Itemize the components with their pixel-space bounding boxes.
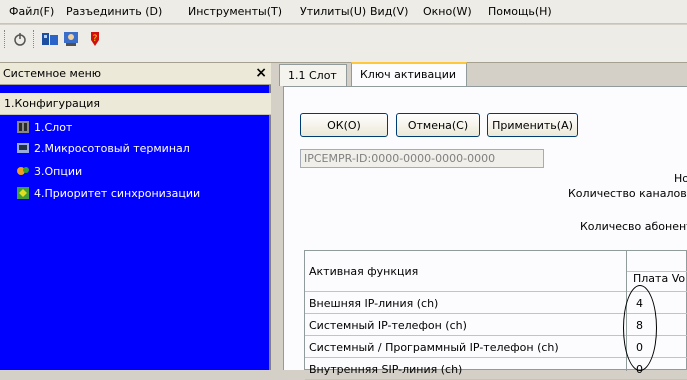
toolbar: ? <box>0 25 687 63</box>
tree-item-label: 3.Опции <box>34 164 83 178</box>
cancel-button[interactable]: Отмена(C) <box>396 113 480 137</box>
svg-text:?: ? <box>93 34 98 44</box>
row-label: Системный / Программный IP-телефон (ch) <box>309 341 559 354</box>
menu-help[interactable]: Помощь(H) <box>488 5 552 18</box>
tree-item-label: 1.Слот <box>34 120 73 134</box>
menu-utilities[interactable]: Утилиты(U) <box>300 5 366 18</box>
user-icon[interactable] <box>62 29 82 49</box>
label-channels: Количество каналов <box>568 187 687 200</box>
menu-view[interactable]: Вид(V) <box>370 5 408 18</box>
sync-icon <box>16 186 30 200</box>
tab-slot[interactable]: 1.1 Слот <box>279 64 347 86</box>
toolbar-grip <box>4 30 6 48</box>
menu-disconnect[interactable]: Разъединить (D) <box>66 5 162 18</box>
row-label: Системный IP-телефон (ch) <box>309 319 467 332</box>
tree-item-label: 2.Микросотовый терминал <box>34 141 190 155</box>
help-icon[interactable]: ? <box>86 29 106 49</box>
header-label: Активная функция <box>309 265 419 278</box>
menu-tools[interactable]: Инструменты(T) <box>188 5 282 18</box>
apply-button[interactable]: Применить(A) <box>487 113 578 137</box>
label-number: Но <box>674 172 687 185</box>
close-icon[interactable]: × <box>255 65 267 81</box>
tree-root-label: 1.Конфигурация <box>4 97 101 110</box>
slot-icon <box>16 120 30 134</box>
header-divider <box>626 271 687 272</box>
terminal-icon <box>16 141 30 155</box>
device-icon[interactable] <box>40 29 60 49</box>
table-header: Активная функция Плата Vo <box>305 251 687 292</box>
tree-item-sync-priority[interactable]: 4.Приоритет синхронизации <box>16 184 200 202</box>
menu-file[interactable]: Файл(F) <box>9 5 54 18</box>
tree-item-options[interactable]: 3.Опции <box>16 162 82 180</box>
tree-item-slot[interactable]: 1.Слот <box>16 118 72 136</box>
tree-root-configuration[interactable]: 1.Конфигурация <box>0 93 271 115</box>
system-menu-title: Системное меню <box>3 67 102 80</box>
highlight-oval <box>623 285 657 371</box>
toolbar-separator <box>33 30 35 48</box>
header-col: Плата Vo <box>633 272 686 285</box>
tree-item-label: 4.Приоритет синхронизации <box>34 186 201 200</box>
menu-window[interactable]: Окно(W) <box>423 5 472 18</box>
connect-icon[interactable] <box>10 29 30 49</box>
tree-item-microcell-terminal[interactable]: 2.Микросотовый терминал <box>16 139 190 157</box>
row-label: Внешняя IP-линия (ch) <box>309 297 439 310</box>
label-subscribers: Количесво абонент <box>580 220 687 233</box>
tab-activation-key[interactable]: Ключ активации <box>351 62 467 86</box>
system-menu-header: Системное меню × <box>0 63 271 85</box>
ok-button[interactable]: ОК(O) <box>300 113 388 137</box>
menu-bar: Файл(F) Разъединить (D) Инструменты(T) У… <box>0 0 687 24</box>
options-icon <box>16 164 30 178</box>
id-field: IPCEMPR-ID:0000-0000-0000-0000 <box>300 149 544 168</box>
